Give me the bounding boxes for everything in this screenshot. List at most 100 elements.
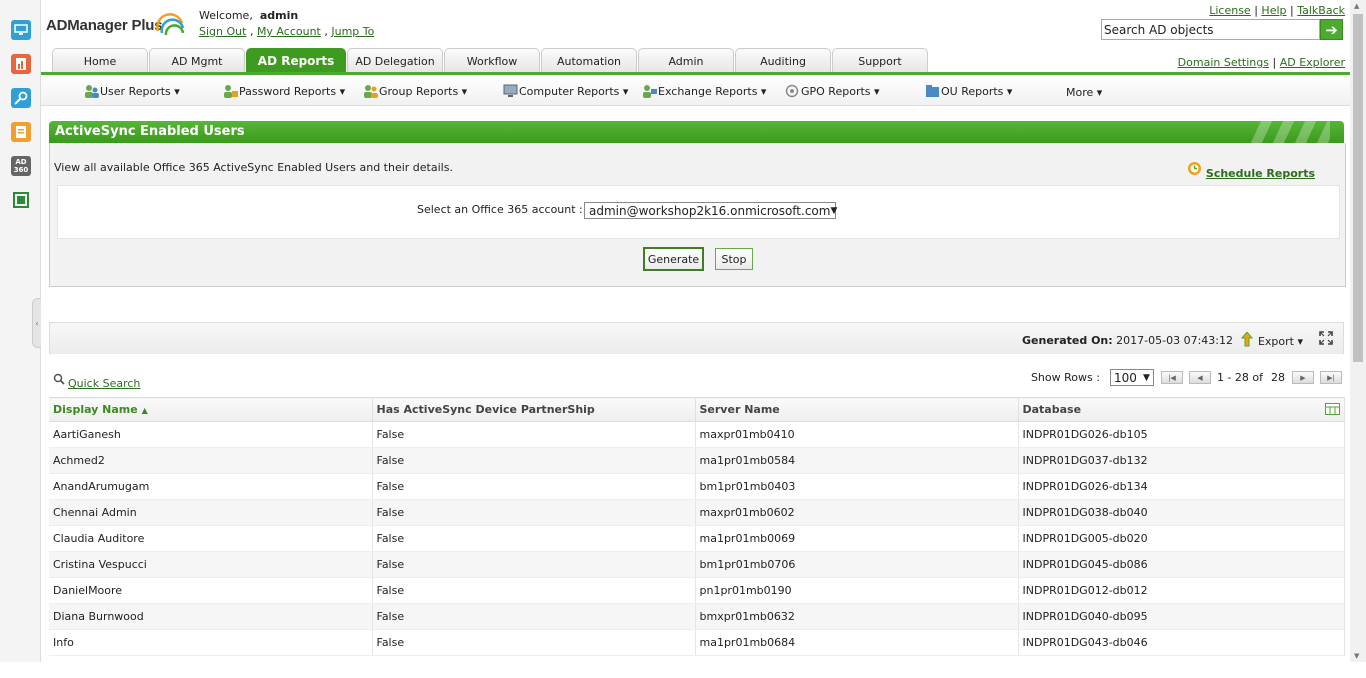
- display-name-cell: Cristina Vespucci: [49, 551, 373, 578]
- activesync-cell: False: [372, 499, 696, 526]
- exchange-reports-menu[interactable]: Exchange Reports ▾: [642, 84, 766, 98]
- next-page-button[interactable]: ▶: [1292, 371, 1314, 384]
- schedule-icon: [1187, 161, 1202, 179]
- scroll-down-icon[interactable]: ▼: [1354, 652, 1359, 660]
- table-row[interactable]: Diana Burnwood False bmxpr01mb0632 INDPR01D…: [49, 603, 1345, 630]
- export-label: Export ▾: [1257, 334, 1303, 348]
- license-link[interactable]: License: [1209, 4, 1250, 17]
- tab-workflow[interactable]: Workflow: [444, 48, 540, 73]
- show-rows-select[interactable]: 100 ▼: [1109, 369, 1154, 386]
- tab-auditing[interactable]: Auditing: [735, 48, 831, 73]
- domain-settings-link[interactable]: Domain Settings: [1178, 56, 1269, 69]
- column-chooser-icon[interactable]: [1324, 403, 1340, 418]
- account-label: Select an Office 365 account :: [417, 203, 583, 216]
- main-tabs: Home AD Mgmt AD Reports AD Delegation Wo…: [52, 48, 929, 73]
- generated-on-label: Generated On:: [1022, 334, 1113, 347]
- collapse-sidebar-handle[interactable]: ‹: [32, 298, 41, 348]
- database-cell: INDPR01DG037-db132: [1018, 447, 1345, 474]
- document-icon[interactable]: [11, 122, 31, 142]
- user-reports-menu[interactable]: User Reports ▾: [84, 84, 180, 98]
- stop-button[interactable]: Stop: [715, 248, 753, 270]
- ou-reports-menu[interactable]: OU Reports ▾: [925, 84, 1012, 98]
- quick-search-link[interactable]: Quick Search: [68, 377, 140, 390]
- tab-ad-delegation[interactable]: AD Delegation: [347, 48, 443, 73]
- database-cell: INDPR01DG038-db040: [1018, 499, 1345, 526]
- search-ad-objects-input[interactable]: [1101, 19, 1320, 40]
- table-row[interactable]: Claudia Auditore False ma1pr01mb0069 INDPR0…: [49, 525, 1345, 552]
- tab-admin[interactable]: Admin: [638, 48, 734, 73]
- schedule-reports[interactable]: Schedule Reports: [1187, 159, 1315, 180]
- generated-on: Generated On: 2017-05-03 07:43:12: [1022, 334, 1233, 347]
- talkback-link[interactable]: TalkBack: [1297, 4, 1345, 17]
- help-link[interactable]: Help: [1261, 4, 1286, 17]
- jump-to-link[interactable]: Jump To: [331, 25, 374, 38]
- page-range: 1 - 28 of: [1216, 371, 1263, 384]
- fullscreen-icon[interactable]: [1319, 331, 1333, 349]
- generated-on-value: 2017-05-03 07:43:12: [1116, 334, 1233, 347]
- password-reports-menu[interactable]: Password Reports ▾: [223, 84, 345, 98]
- table-row[interactable]: Cristina Vespucci False bm1pr01mb0706 INDPR…: [49, 551, 1345, 578]
- table-row[interactable]: Info False ma1pr01mb0684 INDPR01DG043-db046: [49, 629, 1345, 656]
- sign-out-link[interactable]: Sign Out: [199, 25, 246, 38]
- server-name-cell: ma1pr01mb0584: [695, 447, 1019, 474]
- key-icon[interactable]: [11, 88, 31, 108]
- ad-explorer-link[interactable]: AD Explorer: [1280, 56, 1345, 69]
- export-menu[interactable]: Export ▾: [1240, 331, 1303, 350]
- column-header-display-name[interactable]: Display Name ▲: [49, 397, 373, 422]
- group-reports-menu[interactable]: Group Reports ▾: [363, 84, 467, 98]
- scrollbar-thumb[interactable]: [1353, 14, 1363, 362]
- tab-ad-reports[interactable]: AD Reports: [246, 48, 346, 73]
- office365-account-select[interactable]: admin@workshop2k16.onmicrosoft.com ▼: [584, 202, 837, 219]
- column-header-server-name[interactable]: Server Name: [695, 397, 1019, 422]
- quick-search[interactable]: Quick Search: [53, 371, 140, 390]
- domain-links: Domain Settings | AD Explorer: [1178, 56, 1345, 69]
- username: admin: [259, 9, 299, 22]
- tab-ad-mgmt[interactable]: AD Mgmt: [149, 48, 245, 73]
- computer-reports-menu[interactable]: Computer Reports ▾: [503, 84, 628, 98]
- monitor-icon[interactable]: [11, 20, 31, 40]
- ou-icon: [925, 84, 940, 98]
- column-header-activesync[interactable]: Has ActiveSync Device PartnerShip: [372, 397, 696, 422]
- tab-support[interactable]: Support: [832, 48, 928, 73]
- my-account-link[interactable]: My Account: [257, 25, 321, 38]
- more-menu[interactable]: More ▾: [1066, 86, 1102, 99]
- server-name-cell: pn1pr01mb0190: [695, 577, 1019, 604]
- sync-icon[interactable]: [11, 190, 31, 210]
- database-cell: INDPR01DG043-db046: [1018, 629, 1345, 656]
- table-row[interactable]: Achmed2 False ma1pr01mb0584 INDPR01DG037-db…: [49, 447, 1345, 474]
- prev-page-button[interactable]: ◀: [1188, 371, 1211, 384]
- tab-automation[interactable]: Automation: [541, 48, 637, 73]
- search-go-button[interactable]: ➔: [1320, 19, 1343, 40]
- separator: |: [1254, 4, 1258, 17]
- gpo-reports-label: GPO Reports ▾: [801, 84, 880, 98]
- report-title: ActiveSync Enabled Users: [55, 124, 245, 139]
- report-description: View all available Office 365 ActiveSync…: [54, 161, 453, 174]
- vertical-scrollbar[interactable]: ▲ ▼: [1350, 0, 1366, 662]
- first-page-button[interactable]: |◀: [1160, 371, 1183, 384]
- table-row[interactable]: DanielMoore False pn1pr01mb0190 INDPR01DG01…: [49, 577, 1345, 604]
- table-row[interactable]: AartiGanesh False maxpr01mb0410 INDPR01DG02…: [49, 421, 1345, 448]
- more-label: More ▾: [1066, 86, 1103, 99]
- server-name-cell: bm1pr01mb0706: [695, 551, 1019, 578]
- column-header-database[interactable]: Database: [1018, 397, 1345, 422]
- last-page-button[interactable]: ▶|: [1320, 371, 1342, 384]
- ad360-icon[interactable]: AD 360: [11, 156, 31, 176]
- generate-button[interactable]: Generate: [643, 247, 704, 271]
- table-row[interactable]: AnandArumugam False bm1pr01mb0403 INDPR01DG…: [49, 473, 1345, 500]
- activesync-cell: False: [372, 603, 696, 630]
- account-value: admin@workshop2k16.onmicrosoft.com: [589, 203, 831, 218]
- table-row[interactable]: Chennai Admin False maxpr01mb0602 INDPR01DG…: [49, 499, 1345, 526]
- gpo-reports-menu[interactable]: GPO Reports ▾: [785, 84, 880, 98]
- users-icon: [84, 84, 99, 98]
- reports-icon[interactable]: [11, 54, 31, 74]
- scroll-up-icon[interactable]: ▲: [1354, 2, 1359, 10]
- table-header-row: Display Name ▲ Has ActiveSync Device Par…: [49, 397, 1345, 422]
- logo-arc-icon: [156, 13, 185, 36]
- activesync-cell: False: [372, 577, 696, 604]
- activesync-cell: False: [372, 551, 696, 578]
- schedule-reports-link[interactable]: Schedule Reports: [1206, 167, 1315, 180]
- database-cell: INDPR01DG005-db020: [1018, 525, 1345, 552]
- tab-home[interactable]: Home: [52, 48, 148, 73]
- report-panel: View all available Office 365 ActiveSync…: [49, 143, 1346, 287]
- user-reports-label: User Reports ▾: [100, 84, 180, 98]
